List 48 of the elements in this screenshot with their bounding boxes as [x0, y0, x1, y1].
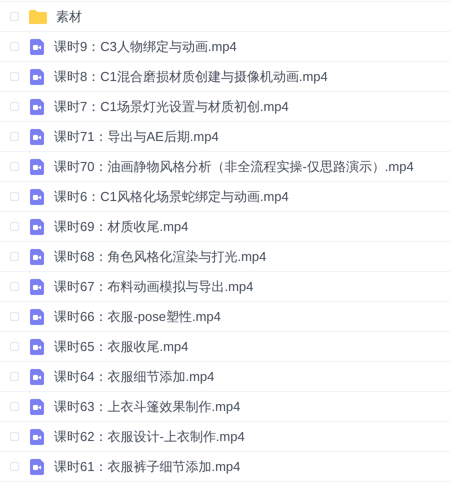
video-file-icon	[30, 398, 44, 414]
checkbox[interactable]	[10, 342, 19, 351]
file-name[interactable]: 课时70：油画静物风格分析（非全流程实操-仅思路演示）.mp4	[54, 156, 414, 176]
checkbox[interactable]	[10, 132, 19, 141]
file-name[interactable]: 课时68：角色风格化渲染与打光.mp4	[54, 246, 266, 266]
video-file-icon	[30, 458, 44, 474]
checkbox[interactable]	[10, 222, 19, 231]
video-file-icon	[30, 68, 44, 84]
video-file-icon	[30, 188, 44, 204]
checkbox[interactable]	[10, 372, 19, 381]
file-name[interactable]: 课时61：衣服裤子细节添加.mp4	[54, 456, 240, 476]
video-file-icon	[30, 368, 44, 384]
checkbox[interactable]	[10, 42, 19, 51]
file-name[interactable]: 课时67：布料动画模拟与导出.mp4	[54, 276, 254, 296]
video-file-icon	[30, 158, 44, 174]
file-name[interactable]: 课时8：C1混合磨损材质创建与摄像机动画.mp4	[54, 66, 328, 86]
file-name[interactable]: 课时63：上衣斗篷效果制作.mp4	[54, 396, 240, 416]
checkbox[interactable]	[10, 192, 19, 201]
file-name[interactable]: 课时7：C1场景灯光设置与材质初创.mp4	[54, 96, 289, 116]
file-name[interactable]: 课时6：C1风格化场景蛇绑定与动画.mp4	[54, 186, 289, 206]
video-file-icon	[30, 248, 44, 264]
checkbox[interactable]	[10, 282, 19, 291]
checkbox[interactable]	[10, 312, 19, 321]
checkbox[interactable]	[10, 252, 19, 261]
file-name[interactable]: 课时62：衣服设计-上衣制作.mp4	[54, 426, 245, 446]
checkbox[interactable]	[10, 72, 19, 81]
checkbox[interactable]	[10, 102, 19, 111]
checkbox[interactable]	[10, 402, 19, 411]
video-file-icon	[30, 218, 44, 234]
file-name[interactable]: 课时65：衣服收尾.mp4	[54, 336, 188, 356]
file-name[interactable]: 课时9：C3人物绑定与动画.mp4	[54, 36, 237, 56]
checkbox[interactable]	[10, 432, 19, 441]
folder-icon	[29, 10, 47, 24]
video-file-icon	[30, 278, 44, 294]
video-file-icon	[30, 308, 44, 324]
video-file-icon	[30, 428, 44, 444]
video-file-icon	[30, 338, 44, 354]
file-name[interactable]: 课时66：衣服-pose塑性.mp4	[54, 306, 221, 326]
video-file-icon	[30, 38, 44, 54]
file-name[interactable]: 课时69：材质收尾.mp4	[54, 216, 188, 236]
video-file-icon	[30, 98, 44, 114]
file-name[interactable]: 课时71：导出与AE后期.mp4	[54, 126, 219, 146]
checkbox[interactable]	[10, 162, 19, 171]
file-name[interactable]: 素材	[56, 6, 82, 26]
video-file-icon	[30, 128, 44, 144]
file-name[interactable]: 课时64：衣服细节添加.mp4	[54, 366, 214, 386]
checkbox[interactable]	[10, 12, 19, 21]
checkbox[interactable]	[10, 462, 19, 471]
